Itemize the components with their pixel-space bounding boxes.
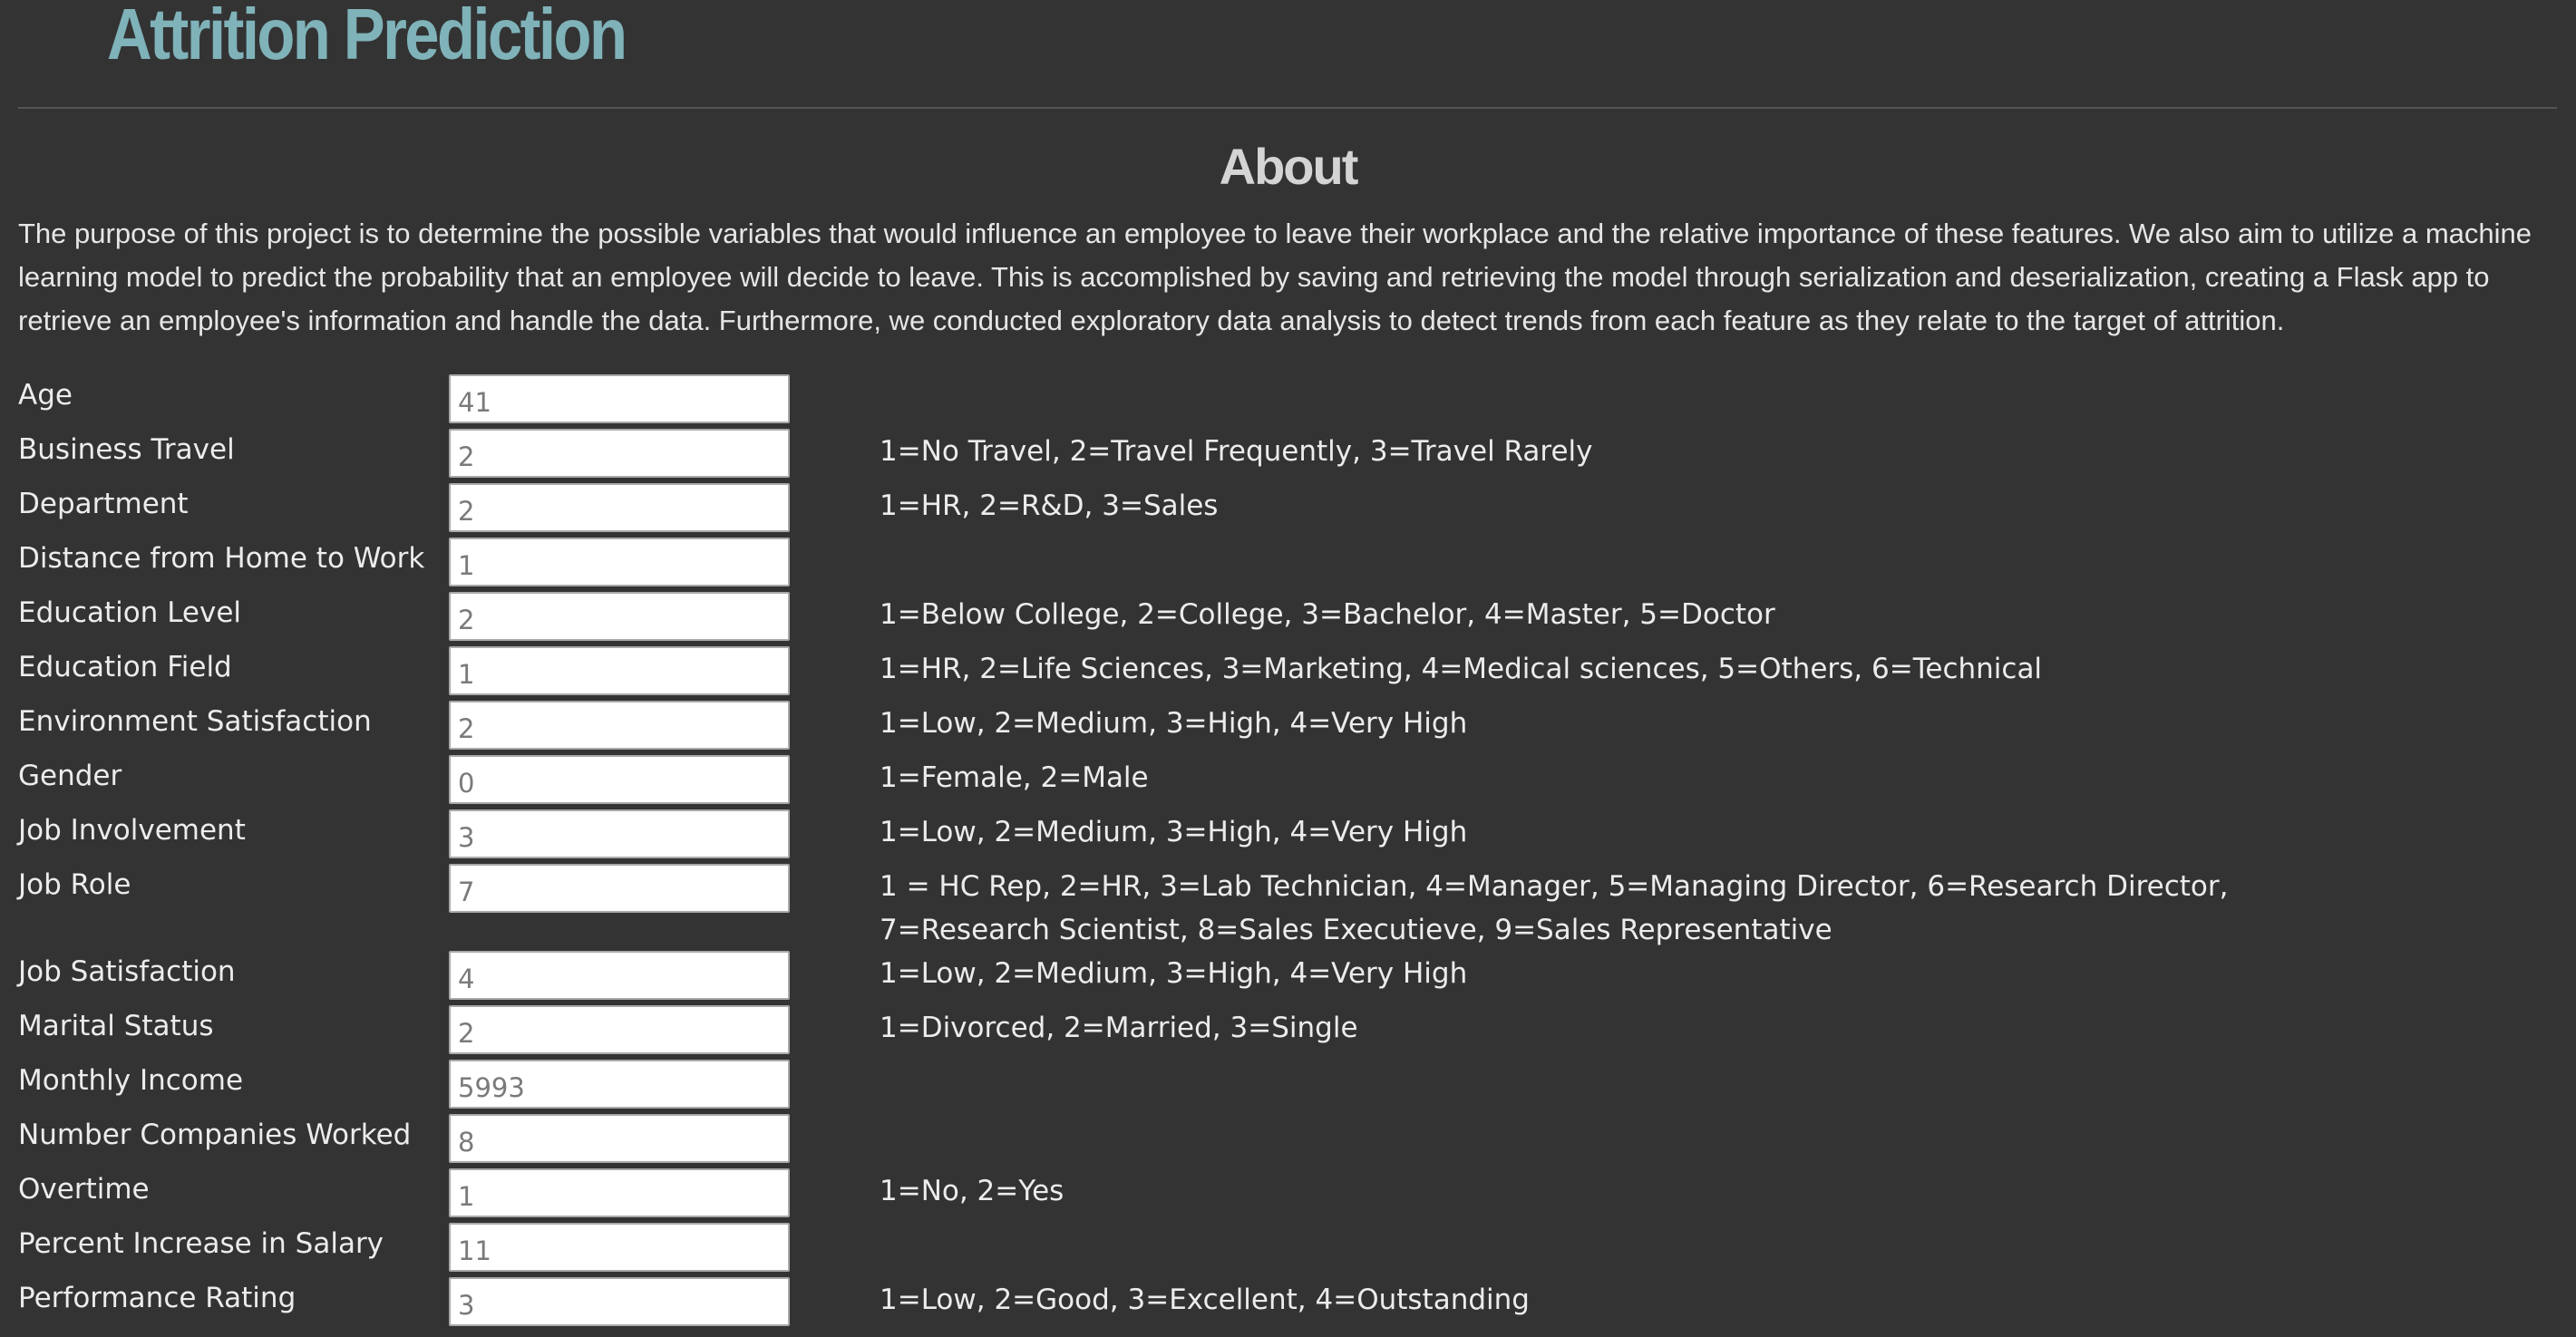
business-travel-hint: 1=No Travel, 2=Travel Frequently, 3=Trav… xyxy=(880,435,1593,468)
education-level-input[interactable] xyxy=(449,592,790,641)
age-input[interactable] xyxy=(449,374,790,423)
environment-satisfaction-input[interactable] xyxy=(449,701,790,750)
about-heading: About xyxy=(1219,138,1359,195)
job-satisfaction-input[interactable] xyxy=(449,951,790,1000)
department-input[interactable] xyxy=(449,483,790,532)
companies-worked-label: Number Companies Worked xyxy=(18,1119,412,1151)
companies-worked-input[interactable] xyxy=(449,1114,790,1163)
monthly-income-input[interactable] xyxy=(449,1060,790,1109)
marital-status-hint: 1=Divorced, 2=Married, 3=Single xyxy=(880,1012,1358,1044)
header-divider xyxy=(18,107,2557,109)
business-travel-input[interactable] xyxy=(449,429,790,478)
education-field-hint: 1=HR, 2=Life Sciences, 3=Marketing, 4=Me… xyxy=(880,653,2043,685)
form-row-salary-increase: Percent Increase in Salary xyxy=(0,1220,2576,1274)
business-travel-label: Business Travel xyxy=(18,433,235,466)
job-satisfaction-hint: 1=Low, 2=Medium, 3=High, 4=Very High xyxy=(880,957,1468,990)
salary-increase-input[interactable] xyxy=(449,1223,790,1272)
form-row-job-involvement: Job Involvement 1=Low, 2=Medium, 3=High,… xyxy=(0,807,2576,861)
education-level-hint: 1=Below College, 2=College, 3=Bachelor, … xyxy=(880,598,1775,631)
form-row-education-level: Education Level 1=Below College, 2=Colle… xyxy=(0,589,2576,644)
about-paragraph: The purpose of this project is to determ… xyxy=(18,218,2532,336)
job-role-hint: 1 = HC Rep, 2=HR, 3=Lab Technician, 4=Ma… xyxy=(880,870,2229,946)
form-row-business-travel: Business Travel 1=No Travel, 2=Travel Fr… xyxy=(0,426,2576,480)
form-row-overtime: Overtime 1=No, 2=Yes xyxy=(0,1166,2576,1220)
environment-satisfaction-label: Environment Satisfaction xyxy=(18,705,372,738)
education-field-label: Education Field xyxy=(18,651,232,683)
marital-status-input[interactable] xyxy=(449,1005,790,1054)
form-row-companies-worked: Number Companies Worked xyxy=(0,1111,2576,1166)
form-row-performance-rating: Performance Rating 1=Low, 2=Good, 3=Exce… xyxy=(0,1274,2576,1329)
overtime-input[interactable] xyxy=(449,1168,790,1217)
form-row-gender: Gender 1=Female, 2=Male xyxy=(0,752,2576,807)
gender-label: Gender xyxy=(18,760,122,792)
job-involvement-input[interactable] xyxy=(449,809,790,858)
form-row-job-role: Job Role 1 = HC Rep, 2=HR, 3=Lab Technic… xyxy=(0,861,2576,948)
monthly-income-label: Monthly Income xyxy=(18,1064,244,1097)
performance-rating-label: Performance Rating xyxy=(18,1282,296,1314)
performance-rating-input[interactable] xyxy=(449,1277,790,1326)
gender-hint: 1=Female, 2=Male xyxy=(880,761,1149,794)
app-title: Attrition Prediction xyxy=(107,0,627,74)
department-hint: 1=HR, 2=R&D, 3=Sales xyxy=(880,489,1219,522)
page: Attrition Prediction About The purpose o… xyxy=(0,0,2576,1337)
job-satisfaction-label: Job Satisfaction xyxy=(18,955,236,988)
distance-input[interactable] xyxy=(449,538,790,586)
form-row-distance: Distance from Home to Work xyxy=(0,535,2576,589)
form-row-job-satisfaction: Job Satisfaction 1=Low, 2=Medium, 3=High… xyxy=(0,948,2576,1003)
overtime-hint: 1=No, 2=Yes xyxy=(880,1175,1064,1207)
prediction-form: Age Business Travel 1=No Travel, 2=Trave… xyxy=(0,372,2576,1329)
form-row-environment-satisfaction: Environment Satisfaction 1=Low, 2=Medium… xyxy=(0,698,2576,752)
form-row-education-field: Education Field 1=HR, 2=Life Sciences, 3… xyxy=(0,644,2576,698)
department-label: Department xyxy=(18,488,189,520)
gender-input[interactable] xyxy=(449,755,790,804)
form-row-age: Age xyxy=(0,372,2576,426)
distance-label: Distance from Home to Work xyxy=(18,542,425,575)
form-row-marital-status: Marital Status 1=Divorced, 2=Married, 3=… xyxy=(0,1003,2576,1057)
environment-satisfaction-hint: 1=Low, 2=Medium, 3=High, 4=Very High xyxy=(880,707,1468,740)
education-level-label: Education Level xyxy=(18,596,242,629)
job-role-label: Job Role xyxy=(18,868,131,901)
form-row-department: Department 1=HR, 2=R&D, 3=Sales xyxy=(0,480,2576,535)
job-involvement-hint: 1=Low, 2=Medium, 3=High, 4=Very High xyxy=(880,816,1468,848)
performance-rating-hint: 1=Low, 2=Good, 3=Excellent, 4=Outstandin… xyxy=(880,1284,1530,1316)
salary-increase-label: Percent Increase in Salary xyxy=(18,1227,384,1260)
age-label: Age xyxy=(18,379,73,412)
form-row-monthly-income: Monthly Income xyxy=(0,1057,2576,1111)
job-role-input[interactable] xyxy=(449,864,790,913)
marital-status-label: Marital Status xyxy=(18,1010,214,1042)
education-field-input[interactable] xyxy=(449,646,790,695)
overtime-label: Overtime xyxy=(18,1173,150,1206)
job-involvement-label: Job Involvement xyxy=(18,814,246,847)
